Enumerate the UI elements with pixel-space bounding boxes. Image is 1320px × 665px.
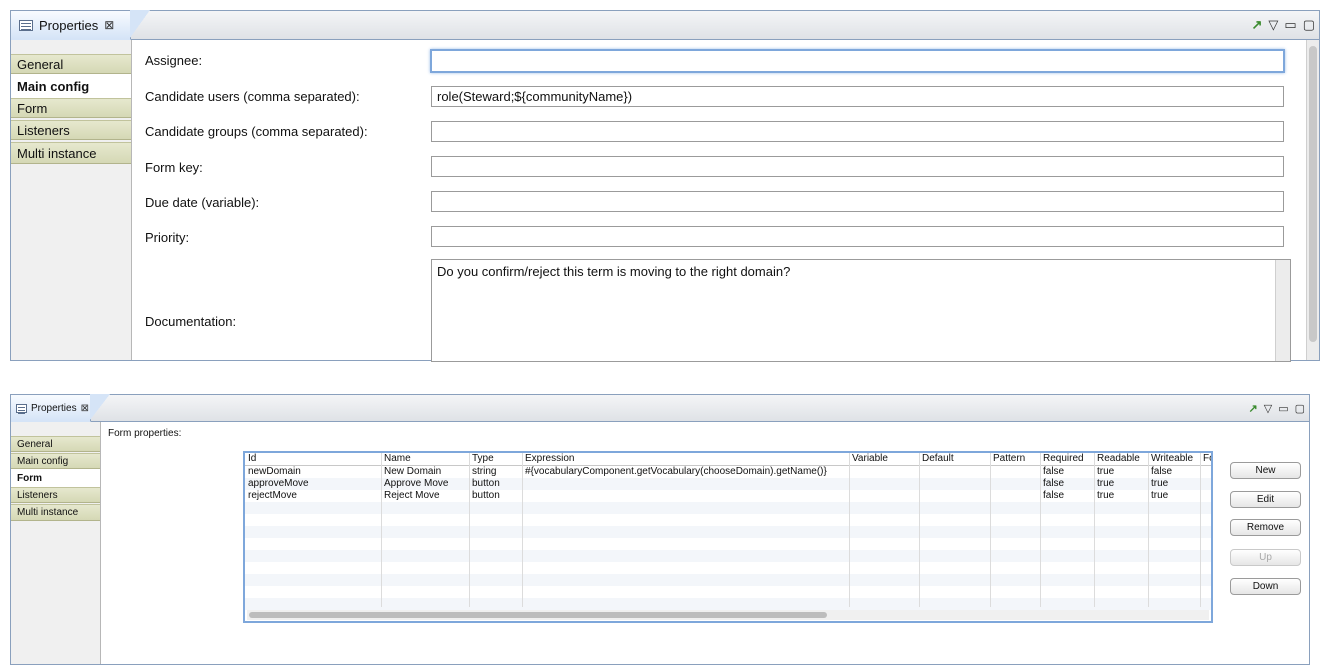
cell-required: false <box>1043 478 1065 489</box>
up-button[interactable]: Up <box>1230 549 1301 566</box>
documentation-text: Do you confirm/reject this term is movin… <box>437 264 791 279</box>
cell-name: Approve Move <box>384 478 449 489</box>
column-header-readable[interactable]: Readable <box>1094 453 1148 465</box>
pin-icon[interactable]: ↗ <box>1252 17 1263 33</box>
cell-writeable: false <box>1151 466 1173 477</box>
sidebar-item-listeners[interactable]: Listeners <box>11 120 131 140</box>
properties-icon <box>19 19 33 31</box>
close-icon[interactable]: ⊠ <box>104 18 114 32</box>
properties-icon <box>16 403 27 413</box>
table-scroll-thumb[interactable] <box>249 612 827 618</box>
top-view-tabbar: Properties ⊠ ↗ ▽ ▭ ▢ <box>11 10 1319 40</box>
top-properties-tab[interactable]: Properties ⊠ <box>11 10 150 40</box>
sidebar-item-form[interactable]: Form <box>11 469 100 487</box>
bottom-sidebar: General Main config Form Listeners Multi… <box>11 422 101 664</box>
bottom-properties-view: Properties ⊠ ↗ ▽ ▭ ▢ General Main config… <box>10 394 1310 665</box>
table-row[interactable]: newDomain New Domain string #{vocabulary… <box>245 466 1211 478</box>
close-icon[interactable]: ⊠ <box>81 403 89 414</box>
candidate-groups-input[interactable] <box>431 121 1284 142</box>
remove-button[interactable]: Remove <box>1230 519 1301 536</box>
cell-id: approveMove <box>248 478 309 489</box>
cell-required: false <box>1043 466 1065 477</box>
top-view-scrollbar[interactable] <box>1306 40 1319 360</box>
documentation-textarea[interactable]: Do you confirm/reject this term is movin… <box>431 259 1291 362</box>
cell-id: newDomain <box>248 466 301 477</box>
table-header: Id Name Type Expression Variable Default… <box>245 453 1211 466</box>
cell-readable: true <box>1097 478 1115 489</box>
view-controls: ↗ ▽ ▭ ▢ <box>1252 11 1316 39</box>
maximize-icon[interactable]: ▢ <box>1303 17 1315 33</box>
column-header-variable[interactable]: Variable <box>849 453 919 465</box>
table-row[interactable]: approveMove Approve Move button false tr… <box>245 478 1211 490</box>
bottom-view-tabbar: Properties ⊠ ↗ ▽ ▭ ▢ <box>11 394 1309 422</box>
new-button[interactable]: New <box>1230 462 1301 479</box>
candidate-groups-label: Candidate groups (comma separated): <box>145 124 368 139</box>
column-header-type[interactable]: Type <box>469 453 522 465</box>
top-properties-view: Properties ⊠ ↗ ▽ ▭ ▢ General Main config… <box>10 10 1320 362</box>
column-header-writeable[interactable]: Writeable <box>1148 453 1200 465</box>
sidebar-item-main-config[interactable]: Main config <box>11 74 131 98</box>
column-header-default[interactable]: Default <box>919 453 990 465</box>
sidebar-item-general[interactable]: General <box>11 436 100 452</box>
column-header-pattern[interactable]: Pattern <box>990 453 1040 465</box>
view-menu-icon[interactable]: ▽ <box>1268 17 1278 33</box>
pin-icon[interactable]: ↗ <box>1249 402 1258 415</box>
cell-type: button <box>472 478 500 489</box>
column-header-name[interactable]: Name <box>381 453 469 465</box>
cell-readable: true <box>1097 490 1115 501</box>
table-row[interactable]: rejectMove Reject Move button false true… <box>245 490 1211 502</box>
view-controls: ↗ ▽ ▭ ▢ <box>1249 395 1306 421</box>
bottom-properties-tab[interactable]: Properties ⊠ <box>11 394 110 422</box>
sidebar-item-multi-instance[interactable]: Multi instance <box>11 504 100 521</box>
sidebar-item-multi-instance[interactable]: Multi instance <box>11 142 131 164</box>
form-key-input[interactable] <box>431 156 1284 177</box>
priority-input[interactable] <box>431 226 1284 247</box>
form-properties-table[interactable]: Id Name Type Expression Variable Default… <box>243 451 1213 623</box>
candidate-users-input[interactable] <box>431 86 1284 107</box>
column-header-required[interactable]: Required <box>1040 453 1094 465</box>
due-date-label: Due date (variable): <box>145 195 260 210</box>
column-header-expression[interactable]: Expression <box>522 453 849 465</box>
form-key-label: Form key: <box>145 160 203 175</box>
documentation-label: Documentation: <box>145 314 237 329</box>
cell-required: false <box>1043 490 1065 501</box>
table-horizontal-scrollbar[interactable] <box>247 610 1209 620</box>
column-header-fo[interactable]: Fo <box>1200 453 1211 465</box>
sidebar-item-listeners[interactable]: Listeners <box>11 487 100 503</box>
cell-readable: true <box>1097 466 1115 477</box>
cell-type: string <box>472 466 497 477</box>
tab-title: Properties <box>39 17 99 33</box>
top-sidebar: General Main config Form Listeners Multi… <box>11 40 132 360</box>
tab-title: Properties <box>31 402 77 414</box>
cell-type: button <box>472 490 500 501</box>
down-button[interactable]: Down <box>1230 578 1301 595</box>
edit-button[interactable]: Edit <box>1230 491 1301 508</box>
sidebar-item-main-config[interactable]: Main config <box>11 453 100 469</box>
view-menu-icon[interactable]: ▽ <box>1264 402 1272 415</box>
maximize-icon[interactable]: ▢ <box>1295 402 1305 415</box>
top-view-scroll-thumb[interactable] <box>1309 46 1317 342</box>
sidebar-item-form[interactable]: Form <box>11 98 131 118</box>
documentation-scrollbar[interactable] <box>1275 260 1290 361</box>
cell-writeable: true <box>1151 490 1169 501</box>
minimize-icon[interactable]: ▭ <box>1278 402 1288 415</box>
form-properties-label: Form properties: <box>108 428 182 439</box>
cell-writeable: true <box>1151 478 1169 489</box>
priority-label: Priority: <box>145 230 190 245</box>
cell-name: New Domain <box>384 466 442 477</box>
assignee-label: Assignee: <box>145 53 203 68</box>
candidate-users-label: Candidate users (comma separated): <box>145 89 360 104</box>
minimize-icon[interactable]: ▭ <box>1284 17 1296 33</box>
cell-expression: #{vocabularyComponent.getVocabulary(choo… <box>525 466 827 477</box>
assignee-input[interactable] <box>430 49 1285 73</box>
sidebar-item-general[interactable]: General <box>11 54 131 74</box>
cell-name: Reject Move <box>384 490 440 501</box>
column-header-id[interactable]: Id <box>245 453 381 465</box>
due-date-input[interactable] <box>431 191 1284 212</box>
cell-id: rejectMove <box>248 490 297 501</box>
